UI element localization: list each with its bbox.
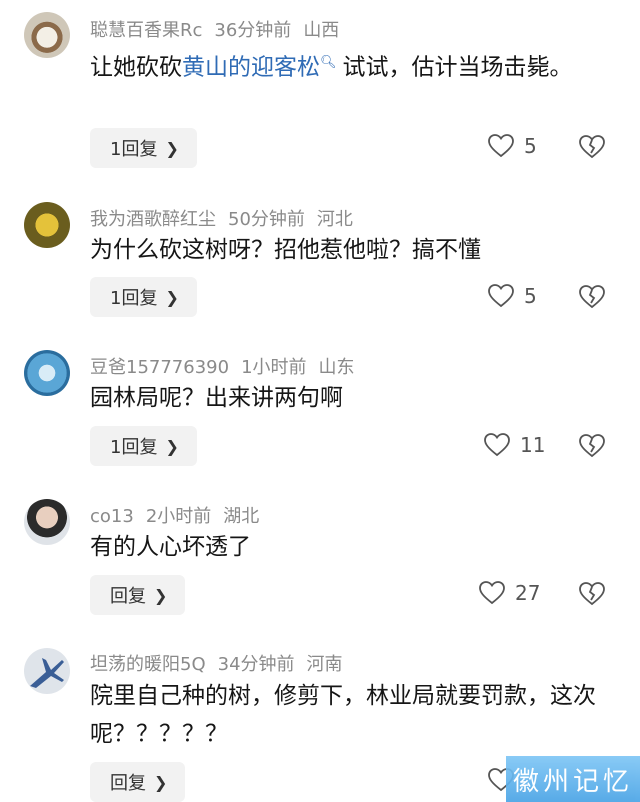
like-button[interactable]: 5 <box>488 134 537 158</box>
comment-meta: 我为酒歌醉红尘 50分钟前 河北 <box>90 205 365 231</box>
username[interactable]: 坦荡的暖阳5Q <box>90 654 206 675</box>
chevron-right-icon: ❯ <box>154 585 168 605</box>
like-button[interactable]: 5 <box>488 284 537 308</box>
comment-meta: 豆爸157776390 1小时前 山东 <box>90 353 367 379</box>
comment-text: 有的人心坏透了 <box>90 534 251 560</box>
comment-text: 让她砍砍黄山的迎客松🔍︎ 试试，估计当场击毙。 <box>90 54 573 81</box>
timestamp: 50分钟前 <box>228 209 305 230</box>
dislike-button[interactable] <box>579 434 605 462</box>
dislike-button[interactable] <box>579 135 605 163</box>
jet-icon <box>30 658 64 688</box>
chevron-right-icon: ❯ <box>165 138 179 158</box>
comment-meta: 聪慧百香果Rc 36分钟前 山西 <box>90 16 351 42</box>
heart-icon <box>479 581 505 605</box>
broken-heart-icon <box>579 582 605 606</box>
avatar[interactable] <box>24 350 70 396</box>
like-count: 27 <box>515 581 541 605</box>
location: 河北 <box>316 209 353 230</box>
heart-icon <box>488 284 514 308</box>
timestamp: 2小时前 <box>145 506 212 527</box>
location: 山西 <box>303 20 340 41</box>
like-button[interactable]: 27 <box>479 581 540 605</box>
like-count: 5 <box>524 134 537 158</box>
search-link[interactable]: 黄山的迎客松 <box>182 55 320 81</box>
broken-heart-icon <box>579 285 605 309</box>
reply-button[interactable]: 1回复 ❯ <box>90 277 197 317</box>
heart-icon <box>488 134 514 158</box>
avatar[interactable] <box>24 499 70 545</box>
broken-heart-icon <box>579 434 605 458</box>
watermark: 徽州记忆 <box>506 756 640 802</box>
comment-meta: 坦荡的暖阳5Q 34分钟前 河南 <box>90 650 355 676</box>
timestamp: 36分钟前 <box>214 20 292 41</box>
heart-icon <box>484 433 510 457</box>
reply-button[interactable]: 1回复 ❯ <box>90 426 197 466</box>
reply-button[interactable]: 回复 ❯ <box>90 575 186 615</box>
avatar[interactable] <box>24 12 70 58</box>
timestamp: 1小时前 <box>241 357 307 378</box>
like-count: 5 <box>524 284 537 308</box>
chevron-right-icon: ❯ <box>154 772 168 792</box>
chevron-right-icon: ❯ <box>165 287 179 307</box>
username[interactable]: co13 <box>90 506 134 527</box>
avatar[interactable] <box>24 648 70 694</box>
comment-text: 园林局呢？出来讲两句啊 <box>90 385 343 411</box>
like-count: 11 <box>520 433 546 457</box>
username[interactable]: 我为酒歌醉红尘 <box>90 209 216 230</box>
comment-meta: co13 2小时前 湖北 <box>90 502 271 528</box>
like-button[interactable]: 11 <box>484 433 545 457</box>
avatar[interactable] <box>24 202 70 248</box>
location: 山东 <box>318 357 355 378</box>
reply-button[interactable]: 回复 ❯ <box>90 762 186 802</box>
location: 河南 <box>306 654 343 675</box>
comment-text: 院里自己种的树，修剪下，林业局就要罚款，这次呢？？？？？ <box>90 683 596 747</box>
comment-text: 为什么砍这树呀？招他惹他啦？搞不懂 <box>90 237 481 263</box>
timestamp: 34分钟前 <box>217 654 295 675</box>
username[interactable]: 豆爸157776390 <box>90 357 229 378</box>
username[interactable]: 聪慧百香果Rc <box>90 20 202 41</box>
reply-button[interactable]: 1回复 ❯ <box>90 128 197 168</box>
dislike-button[interactable] <box>579 582 605 610</box>
search-icon[interactable]: 🔍︎ <box>320 55 337 70</box>
broken-heart-icon <box>579 135 605 159</box>
chevron-right-icon: ❯ <box>165 436 179 456</box>
location: 湖北 <box>223 506 260 527</box>
dislike-button[interactable] <box>579 285 605 313</box>
